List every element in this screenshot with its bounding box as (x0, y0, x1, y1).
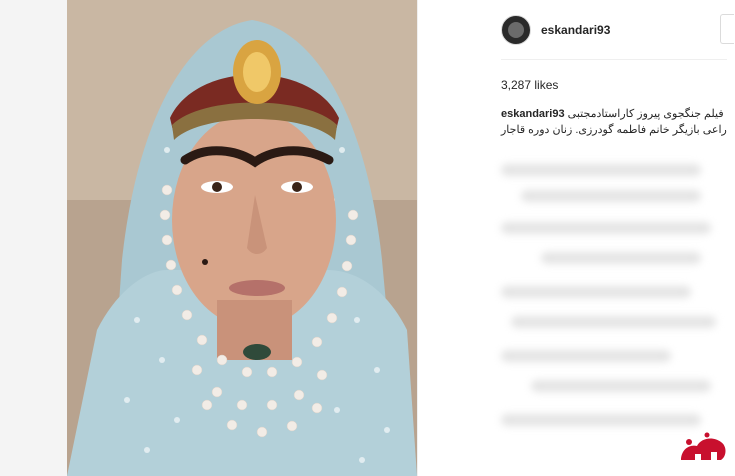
likes-count[interactable]: 3,287 likes (501, 78, 558, 92)
post-side-panel: eskandari93 3,287 likes eskandari93 فیلم… (417, 0, 735, 476)
caption-username[interactable]: eskandari93 (501, 108, 565, 120)
header-divider (501, 59, 727, 60)
header-username[interactable]: eskandari93 (541, 23, 610, 37)
header-options-edge (720, 14, 734, 44)
post-caption: eskandari93 فیلم جنگجوی پیروز کاراستادمج… (501, 106, 727, 138)
avatar[interactable] (501, 15, 531, 45)
fararu-logo-icon (677, 430, 729, 472)
portrait-illustration (67, 0, 417, 476)
post-photo[interactable] (67, 0, 417, 476)
instagram-post-view: eskandari93 3,287 likes eskandari93 فیلم… (0, 0, 735, 476)
post-header: eskandari93 (418, 0, 735, 60)
blurred-comments (501, 160, 727, 470)
left-margin (0, 0, 67, 476)
